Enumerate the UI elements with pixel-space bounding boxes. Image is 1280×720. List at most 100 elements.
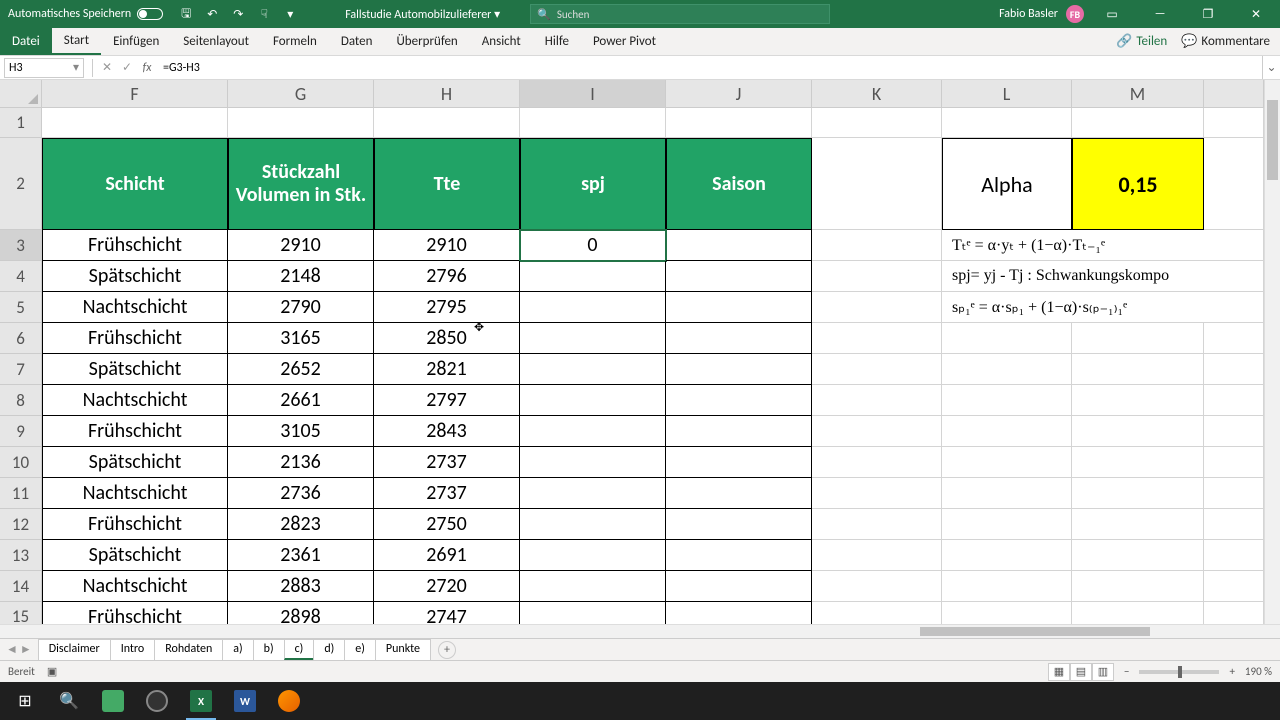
tab-einfuegen[interactable]: Einfügen xyxy=(101,28,171,55)
tab-formeln[interactable]: Formeln xyxy=(261,28,329,55)
row-header-10[interactable]: 10 xyxy=(0,447,42,478)
cancel-formula-icon[interactable]: ✕ xyxy=(97,58,117,78)
column-header-L[interactable]: L xyxy=(942,80,1072,107)
view-buttons[interactable]: ▦ ▤ ▥ xyxy=(1048,663,1114,681)
cell-K12[interactable] xyxy=(812,509,942,540)
cell-H7[interactable]: 2821 xyxy=(374,354,520,385)
cell-L14[interactable] xyxy=(942,571,1072,602)
formula-input[interactable]: =G3-H3 xyxy=(157,61,1262,75)
cell-L4[interactable]: spj= yj - Tj : Schwankungskompo xyxy=(942,261,1264,292)
cell-F2[interactable]: Schicht xyxy=(42,138,228,230)
column-header-K[interactable]: K xyxy=(812,80,942,107)
sheet-tab-Punkte[interactable]: Punkte xyxy=(375,639,431,660)
cell-M7[interactable] xyxy=(1072,354,1204,385)
cell-H3[interactable]: 2910 xyxy=(374,230,520,261)
cell-K4[interactable] xyxy=(812,261,942,292)
cell-G4[interactable]: 2148 xyxy=(228,261,374,292)
row-header-14[interactable]: 14 xyxy=(0,571,42,602)
sheet-tab-Intro[interactable]: Intro xyxy=(110,639,156,660)
cell-I9[interactable] xyxy=(520,416,666,447)
cell-10[interactable] xyxy=(1204,447,1264,478)
cell-F7[interactable]: Spätschicht xyxy=(42,354,228,385)
cell-H2[interactable]: Tte xyxy=(374,138,520,230)
cell-M2[interactable]: 0,15 xyxy=(1072,138,1204,230)
horizontal-scrollbar[interactable] xyxy=(0,624,1280,638)
cell-I8[interactable] xyxy=(520,385,666,416)
cell-K13[interactable] xyxy=(812,540,942,571)
cell-L5[interactable]: sₚ₁ᵉ = α·sₚ₁ + (1−α)·s₍ₚ₋₁₎₁ᵉ xyxy=(942,292,1264,323)
taskbar-firefox[interactable] xyxy=(268,682,310,720)
undo-icon[interactable]: ↶ xyxy=(201,3,223,25)
cell-K3[interactable] xyxy=(812,230,942,261)
cell-I10[interactable] xyxy=(520,447,666,478)
cell-I4[interactable] xyxy=(520,261,666,292)
cell-F13[interactable]: Spätschicht xyxy=(42,540,228,571)
cell-L11[interactable] xyxy=(942,478,1072,509)
comments-button[interactable]: 💬 Kommentare xyxy=(1181,34,1270,49)
cell-L1[interactable] xyxy=(942,108,1072,138)
cell-14[interactable] xyxy=(1204,571,1264,602)
row-header-12[interactable]: 12 xyxy=(0,509,42,540)
toggle-switch[interactable] xyxy=(137,8,163,20)
zoom-out-icon[interactable]: − xyxy=(1124,665,1129,678)
taskbar-obs[interactable] xyxy=(136,682,178,720)
cell-M1[interactable] xyxy=(1072,108,1204,138)
cell-L13[interactable] xyxy=(942,540,1072,571)
cell-H12[interactable]: 2750 xyxy=(374,509,520,540)
row-header-6[interactable]: 6 xyxy=(0,323,42,354)
cell-L2[interactable]: Alpha xyxy=(942,138,1072,230)
tab-hilfe[interactable]: Hilfe xyxy=(533,28,581,55)
view-normal-icon[interactable]: ▦ xyxy=(1048,663,1070,681)
redo-icon[interactable]: ↷ xyxy=(227,3,249,25)
row-header-11[interactable]: 11 xyxy=(0,478,42,509)
cell-J5[interactable] xyxy=(666,292,812,323)
cell-L3[interactable]: Tₜᵉ = α·yₜ + (1−α)·Tₜ₋₁ᵉ xyxy=(942,230,1264,261)
dropdown-icon[interactable]: ▾ xyxy=(279,3,301,25)
maximize-icon[interactable]: ❐ xyxy=(1188,0,1228,28)
autosave-toggle[interactable]: Automatisches Speichern xyxy=(0,7,171,21)
cell-G3[interactable]: 2910 xyxy=(228,230,374,261)
cell-K11[interactable] xyxy=(812,478,942,509)
cell-M11[interactable] xyxy=(1072,478,1204,509)
row-header-1[interactable]: 1 xyxy=(0,108,42,138)
cell-12[interactable] xyxy=(1204,509,1264,540)
cell-I12[interactable] xyxy=(520,509,666,540)
cell-J9[interactable] xyxy=(666,416,812,447)
cell-L10[interactable] xyxy=(942,447,1072,478)
tab-seitenlayout[interactable]: Seitenlayout xyxy=(171,28,261,55)
macro-record-icon[interactable]: ▣ xyxy=(47,665,57,678)
column-header-F[interactable]: F xyxy=(42,80,228,107)
tab-powerpivot[interactable]: Power Pivot xyxy=(581,28,668,55)
cell-G11[interactable]: 2736 xyxy=(228,478,374,509)
add-sheet-button[interactable]: + xyxy=(438,641,456,659)
cell-K9[interactable] xyxy=(812,416,942,447)
cell-G10[interactable]: 2136 xyxy=(228,447,374,478)
sheet-tab-e[interactable]: e) xyxy=(344,639,376,660)
cell-I1[interactable] xyxy=(520,108,666,138)
minimize-icon[interactable]: — xyxy=(1140,0,1180,28)
cell-M6[interactable] xyxy=(1072,323,1204,354)
cell-I11[interactable] xyxy=(520,478,666,509)
tab-daten[interactable]: Daten xyxy=(329,28,385,55)
cell-H14[interactable]: 2720 xyxy=(374,571,520,602)
cell-M14[interactable] xyxy=(1072,571,1204,602)
cell-13[interactable] xyxy=(1204,540,1264,571)
cell-G12[interactable]: 2823 xyxy=(228,509,374,540)
cell-G8[interactable]: 2661 xyxy=(228,385,374,416)
cell-J6[interactable] xyxy=(666,323,812,354)
cell-G2[interactable]: Stückzahl Volumen in Stk. xyxy=(228,138,374,230)
fx-icon[interactable]: fx xyxy=(137,58,157,78)
cell-J8[interactable] xyxy=(666,385,812,416)
cell-H4[interactable]: 2796 xyxy=(374,261,520,292)
cell-G5[interactable]: 2790 xyxy=(228,292,374,323)
cell-K7[interactable] xyxy=(812,354,942,385)
cell-K1[interactable] xyxy=(812,108,942,138)
cell-H13[interactable]: 2691 xyxy=(374,540,520,571)
cell-M12[interactable] xyxy=(1072,509,1204,540)
cell-2[interactable] xyxy=(1204,138,1264,230)
cell-F3[interactable]: Frühschicht xyxy=(42,230,228,261)
row-header-13[interactable]: 13 xyxy=(0,540,42,571)
search-box[interactable]: 🔍 Suchen xyxy=(530,4,830,24)
touch-icon[interactable]: ☟ xyxy=(253,3,275,25)
cell-M10[interactable] xyxy=(1072,447,1204,478)
